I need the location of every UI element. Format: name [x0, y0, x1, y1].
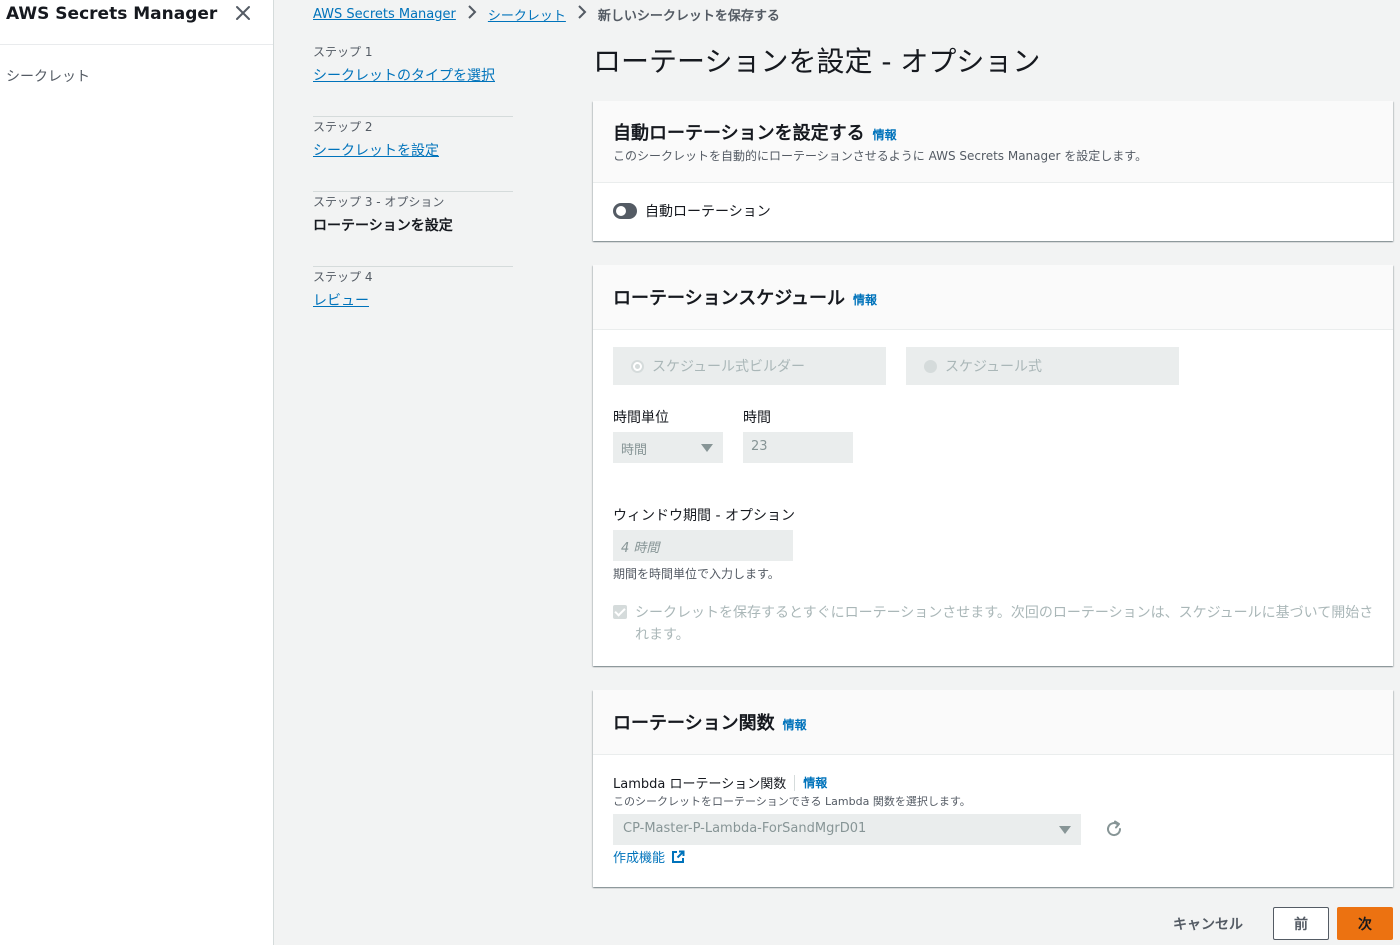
cancel-button[interactable]: キャンセル	[1165, 908, 1251, 939]
lambda-field-description: このシークレットをローテーションできる Lambda 関数を選択します。	[613, 795, 971, 808]
radio-label: スケジュール式	[945, 359, 1043, 375]
window-helper-text: 期間を時間単位で入力します。	[613, 567, 780, 581]
rotation-function-panel: ローテーション関数 情報 Lambda ローテーション関数 情報 このシークレット…	[593, 690, 1393, 887]
info-link[interactable]: 情報	[803, 774, 827, 791]
rotate-immediately-label: シークレットを保存するとすぐにローテーションさせます。次回のローテーションは、ス…	[635, 605, 1374, 643]
breadcrumb: AWS Secrets Manager シークレット 新しいシークレットを保存す…	[313, 4, 780, 24]
window-duration-label: ウィンドウ期間 - オプション	[613, 508, 795, 524]
step-link-configure-secret[interactable]: シークレットを設定	[313, 140, 439, 160]
sidebar-title: AWS Secrets Manager	[6, 4, 218, 24]
select-value: CP-Master-P-Lambda-ForSandMgrD01	[623, 821, 867, 836]
breadcrumb-link-secrets[interactable]: シークレット	[488, 5, 566, 24]
panel-title: ローテーションスケジュール	[613, 288, 846, 309]
wizard-step-3: ステップ 3 - オプション ローテーションを設定	[313, 192, 513, 267]
create-function-label: 作成機能	[613, 851, 666, 866]
next-button[interactable]: 次	[1337, 907, 1393, 940]
step-label: ステップ 1	[313, 45, 373, 59]
panel-title: ローテーション関数	[613, 713, 775, 734]
refresh-icon[interactable]	[1103, 818, 1125, 840]
radio-schedule-expression[interactable]: スケジュール式	[906, 347, 1179, 385]
input-value: 23	[751, 439, 768, 454]
rotate-immediately-checkbox[interactable]	[613, 605, 627, 619]
info-link[interactable]: 情報	[783, 718, 807, 732]
panel-header: ローテーションスケジュール 情報	[593, 265, 1393, 330]
auto-rotation-toggle[interactable]	[613, 203, 637, 219]
step-label: ステップ 3 - オプション	[313, 195, 445, 209]
rotation-schedule-panel: ローテーションスケジュール 情報 スケジュール式ビルダー スケジュール式 時間単位…	[593, 265, 1393, 666]
toggle-label: 自動ローテーション	[645, 204, 771, 220]
radio-label: スケジュール式ビルダー	[652, 359, 806, 375]
sidebar-header: AWS Secrets Manager	[0, 0, 273, 45]
step-link-select-type[interactable]: シークレットのタイプを選択	[313, 65, 495, 85]
step-label: ステップ 4	[313, 270, 373, 284]
hours-label: 時間	[743, 410, 771, 426]
breadcrumb-current: 新しいシークレットを保存する	[597, 8, 780, 24]
info-link[interactable]: 情報	[853, 293, 877, 307]
panel-title: 自動ローテーションを設定する	[613, 123, 865, 144]
page-title: ローテーションを設定 - オプション	[593, 45, 1041, 78]
select-value: 時間	[621, 443, 648, 458]
wizard-step-1: ステップ 1 シークレットのタイプを選択	[313, 42, 513, 117]
radio-unselected-icon	[924, 359, 937, 373]
close-icon[interactable]	[232, 2, 254, 24]
step-label: ステップ 2	[313, 120, 373, 134]
hours-input[interactable]: 23	[743, 432, 853, 463]
panel-header: ローテーション関数 情報	[593, 690, 1393, 755]
time-unit-select[interactable]: 時間	[613, 432, 723, 463]
step-current-configure-rotation: ローテーションを設定	[313, 218, 453, 234]
lambda-field-label: Lambda ローテーション関数	[613, 777, 787, 792]
chevron-right-icon	[456, 5, 488, 23]
radio-selected-icon	[631, 359, 644, 373]
sidebar-item-secrets[interactable]: シークレット	[6, 66, 90, 86]
panel-header: 自動ローテーションを設定する 情報 このシークレットを自動的にローテーションさせる…	[593, 101, 1393, 183]
previous-button[interactable]: 前	[1273, 907, 1329, 940]
wizard-step-2: ステップ 2 シークレットを設定	[313, 117, 513, 192]
auto-rotation-panel: 自動ローテーションを設定する 情報 このシークレットを自動的にローテーションさせる…	[593, 101, 1393, 241]
external-link-icon	[672, 850, 685, 863]
panel-description: このシークレットを自動的にローテーションさせるように AWS Secrets M…	[613, 149, 1148, 163]
create-function-link[interactable]: 作成機能	[613, 847, 685, 866]
chevron-right-icon	[566, 5, 598, 23]
side-navigation: AWS Secrets Manager シークレット	[0, 0, 274, 945]
caret-down-icon	[701, 444, 713, 452]
time-unit-label: 時間単位	[613, 410, 669, 426]
input-placeholder: 4 時間	[621, 541, 660, 556]
lambda-function-select[interactable]: CP-Master-P-Lambda-ForSandMgrD01	[613, 814, 1081, 845]
step-link-review[interactable]: レビュー	[313, 290, 369, 310]
lambda-field-label-row: Lambda ローテーション関数 情報	[613, 773, 827, 792]
window-duration-input[interactable]: 4 時間	[613, 530, 793, 561]
caret-down-icon	[1059, 826, 1071, 834]
radio-schedule-builder[interactable]: スケジュール式ビルダー	[613, 347, 886, 385]
wizard-step-4: ステップ 4 レビュー	[313, 267, 513, 342]
divider	[794, 774, 796, 791]
wizard-steps: ステップ 1 シークレットのタイプを選択 ステップ 2 シークレットを設定 ステ…	[313, 42, 513, 342]
breadcrumb-link-secrets-manager[interactable]: AWS Secrets Manager	[313, 7, 456, 22]
auto-rotation-toggle-row: 自動ローテーション	[613, 201, 771, 221]
info-link[interactable]: 情報	[873, 128, 897, 142]
